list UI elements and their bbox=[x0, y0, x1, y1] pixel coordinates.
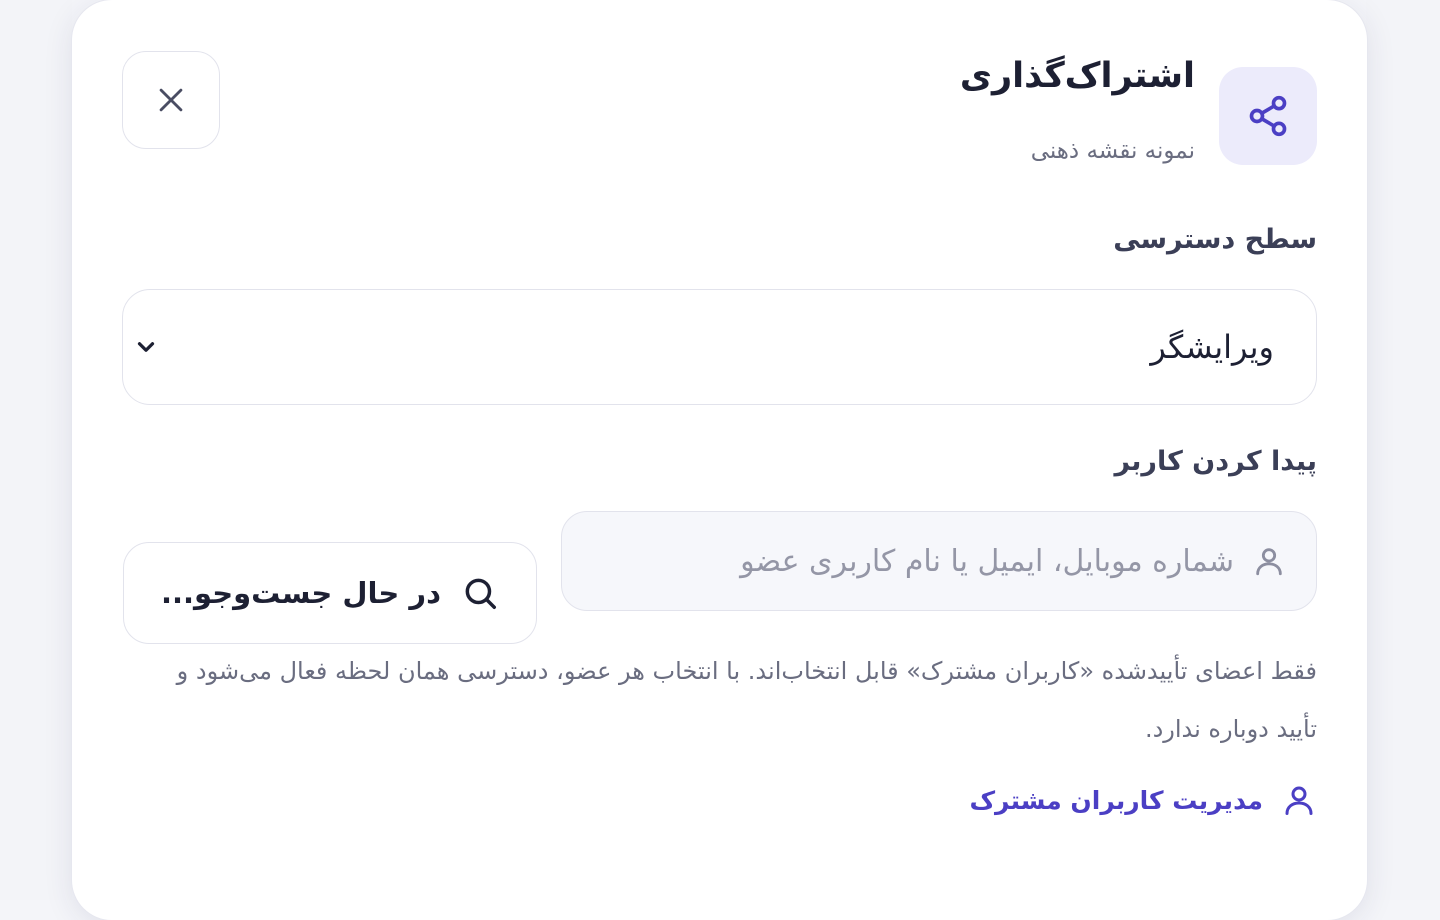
manage-shared-users-label: مدیریت کاربران مشترک bbox=[969, 785, 1263, 815]
user-icon bbox=[1285, 786, 1313, 815]
access-level-value: ویرایشگر bbox=[1150, 328, 1274, 366]
dialog-title: اشتراک‌گذاری bbox=[959, 56, 1195, 96]
chevron-down-icon bbox=[137, 342, 155, 352]
share-icon-tile bbox=[1219, 67, 1317, 165]
help-text: فقط اعضای تأییدشده «کاربران مشترک» قابل … bbox=[176, 657, 1317, 743]
access-level-select[interactable]: ویرایشگر bbox=[122, 289, 1317, 405]
backdrop bbox=[0, 0, 72, 900]
dialog-subtitle: نمونه نقشه ذهنی bbox=[1030, 138, 1195, 164]
user-search-placeholder: شماره موبایل، ایمیل یا نام کاربری عضو bbox=[740, 543, 1234, 579]
close-button[interactable] bbox=[122, 51, 220, 149]
find-user-label: پیدا کردن کاربر bbox=[1114, 446, 1317, 477]
share-icon bbox=[1249, 95, 1287, 137]
search-icon bbox=[465, 578, 496, 609]
user-icon bbox=[1256, 548, 1282, 576]
backdrop bbox=[1366, 0, 1440, 900]
share-dialog: اشتراک‌گذاری نمونه نقشه ذهنی سطح دسترسی … bbox=[72, 0, 1367, 920]
access-level-label: سطح دسترسی bbox=[1113, 224, 1317, 255]
close-icon bbox=[159, 88, 183, 112]
search-button[interactable]: در حال جست‌وجو... bbox=[123, 542, 537, 644]
manage-shared-users-link[interactable]: مدیریت کاربران مشترک bbox=[969, 782, 1317, 818]
user-search-input[interactable]: شماره موبایل، ایمیل یا نام کاربری عضو bbox=[561, 511, 1317, 611]
search-button-label: در حال جست‌وجو... bbox=[161, 576, 441, 610]
